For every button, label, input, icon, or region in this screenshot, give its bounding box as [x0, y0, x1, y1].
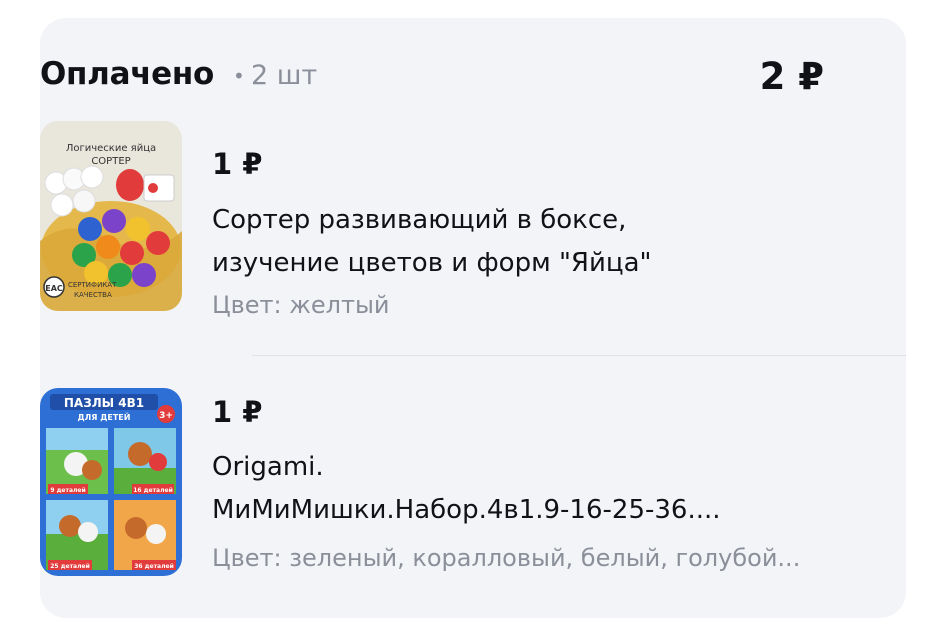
item-variant: Цвет: зеленый, коралловый, белый, голубо…	[212, 544, 801, 572]
product-thumbnail-puzzle[interactable]: ПАЗЛЫ 4В1 ДЛЯ ДЕТЕЙ 3+ 9 деталей 16 дета…	[40, 388, 182, 576]
item-name[interactable]: Сортер развивающий в боксе, изучение цве…	[212, 199, 852, 285]
puzzle-label: 16 деталей	[133, 487, 173, 494]
item-variant: Цвет: желтый	[212, 291, 390, 319]
thumb-title: Логические яйца	[66, 143, 156, 154]
puzzle-subtitle: ДЛЯ ДЕТЕЙ	[78, 411, 131, 422]
item-price: 1 ₽	[212, 395, 263, 429]
thumb-subtitle: СОРТЕР	[91, 156, 130, 167]
item-name[interactable]: Origami. МиМиМишки.Набор.4в1.9-16-25-36.…	[212, 446, 852, 532]
item-name-line: Origami.	[212, 452, 324, 482]
cert-label-1: СЕРТИФИКАТ	[68, 281, 117, 289]
age-badge: 3+	[159, 411, 173, 421]
order-header: Оплачено • 2 шт 2 ₽	[40, 55, 824, 100]
order-total: 2 ₽	[759, 55, 824, 98]
order-status-title: Оплачено	[40, 56, 215, 92]
eac-badge: EAC	[45, 284, 63, 293]
product-thumbnail-egg-sorter[interactable]: Логические яйца СОРТЕР EAC СЕРТИФИКАТ КА…	[40, 121, 182, 311]
puzzle-title: ПАЗЛЫ 4В1	[64, 396, 144, 410]
order-item[interactable]: Логические яйца СОРТЕР EAC СЕРТИФИКАТ КА…	[40, 121, 866, 339]
cert-label-2: КАЧЕСТВА	[74, 291, 112, 299]
puzzle-label: 36 деталей	[134, 563, 174, 570]
puzzle-label: 25 деталей	[50, 563, 90, 570]
order-item[interactable]: ПАЗЛЫ 4В1 ДЛЯ ДЕТЕЙ 3+ 9 деталей 16 дета…	[40, 369, 866, 579]
item-name-line: МиМиМишки.Набор.4в1.9-16-25-36....	[212, 495, 721, 525]
item-divider	[252, 355, 906, 356]
item-name-line: изучение цветов и форм "Яйца"	[212, 248, 652, 278]
item-price: 1 ₽	[212, 147, 263, 181]
item-name-line: Сортер развивающий в боксе,	[212, 205, 627, 235]
puzzle-label: 9 деталей	[50, 487, 85, 494]
item-quantity: 2 шт	[251, 60, 318, 91]
separator-dot: •	[233, 64, 245, 88]
